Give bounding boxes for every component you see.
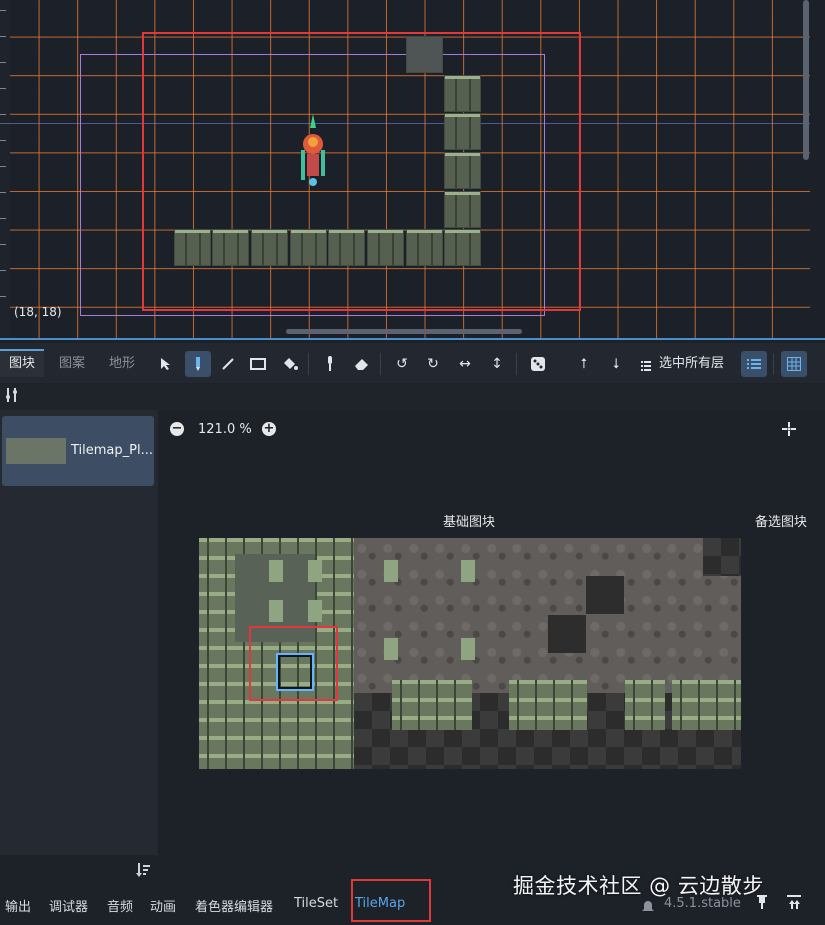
atlas-region: [308, 560, 322, 582]
tab-output[interactable]: 输出: [5, 896, 31, 915]
bell-icon[interactable]: [641, 898, 655, 917]
tilemap-viewport[interactable]: (18, 18): [0, 0, 825, 340]
eraser-icon[interactable]: [349, 351, 375, 377]
tab-debugger[interactable]: 调试器: [49, 896, 88, 915]
center-view-icon[interactable]: [781, 421, 797, 441]
selected-tile-inner: [278, 655, 312, 689]
zoom-out-button[interactable]: −: [170, 422, 184, 436]
toolbar-divider: [516, 353, 517, 375]
paint-pencil-icon[interactable]: [185, 351, 211, 377]
ruler-tick: [0, 270, 6, 271]
ruler-tick: [0, 140, 6, 141]
atlas-region: [509, 538, 664, 693]
atlas-region: [392, 680, 472, 730]
atlas-region: [384, 638, 398, 660]
tab-audio[interactable]: 音频: [107, 896, 133, 915]
atlas-empty-cell: [703, 538, 741, 576]
vertical-scrollbar[interactable]: [803, 0, 809, 160]
ruler-tick: [0, 62, 6, 63]
base-tiles-label: 基础图块: [443, 515, 496, 530]
cursor-coordinate: (18, 18): [14, 305, 62, 319]
tilemap-tab-highlight: [351, 879, 431, 922]
list-icon: [641, 357, 651, 371]
flip-v-icon[interactable]: ↕: [484, 351, 510, 377]
sort-icon[interactable]: [136, 863, 150, 881]
ruler-tick: [0, 88, 6, 89]
ruler-tick: [0, 114, 6, 115]
grid-toggle-icon[interactable]: [781, 351, 807, 377]
atlas-region: [308, 600, 322, 622]
highlight-viewport-rect: [142, 32, 581, 311]
horizontal-scrollbar[interactable]: [286, 329, 522, 334]
ruler-tick: [0, 10, 6, 11]
toolbar-divider: [308, 353, 309, 375]
ruler-tick: [0, 166, 6, 167]
tilemap-toolbar: 图块 图案 地形 ↺ ↻ ↔ ↕ ⭡ ⭣ 选中所有层: [0, 343, 825, 383]
rect-icon[interactable]: [245, 351, 271, 377]
tab-tileset[interactable]: TileSet: [294, 896, 338, 911]
source-label: Tilemap_Pl...: [71, 443, 153, 458]
tab-patterns[interactable]: 图案: [50, 351, 94, 377]
watermark: 掘金技术社区 @ 云边散步: [513, 874, 764, 898]
atlas-region: [672, 680, 741, 730]
highlight-layer-icon[interactable]: [741, 351, 767, 377]
atlas-region: [354, 538, 509, 693]
atlas-region: [384, 560, 398, 582]
atlas-region: [269, 560, 283, 582]
tab-shader-editor[interactable]: 着色器编辑器: [195, 896, 273, 915]
atlas-region: [586, 576, 624, 614]
tiles-subbar: [0, 384, 825, 410]
alternative-tiles-label: 备选图块: [755, 515, 808, 530]
rotate-left-icon[interactable]: ↺: [389, 351, 415, 377]
zoom-in-button[interactable]: +: [262, 422, 276, 436]
line-icon[interactable]: [215, 351, 241, 377]
expand-panel-icon[interactable]: [787, 895, 801, 913]
layer-down-icon[interactable]: ⭣: [603, 351, 629, 377]
ruler-tick: [0, 36, 6, 37]
select-all-layers-label[interactable]: 选中所有层: [659, 351, 724, 377]
ruler-tick: [0, 296, 6, 297]
vertical-ruler: [0, 0, 10, 338]
tab-tiles[interactable]: 图块: [0, 349, 45, 377]
toolbar-divider: [380, 353, 381, 375]
ruler-tick: [0, 218, 6, 219]
atlas-region: [269, 600, 283, 622]
atlas-region: [509, 680, 587, 730]
tools-icon[interactable]: [6, 388, 18, 406]
source-thumbnail: [6, 438, 66, 464]
flip-h-icon[interactable]: ↔: [452, 351, 478, 377]
picker-icon[interactable]: [317, 351, 343, 377]
atlas-region: [548, 615, 586, 653]
atlas-region: [461, 560, 475, 582]
ruler-tick: [0, 244, 6, 245]
atlas-region: [461, 638, 475, 660]
zoom-level: 121.0 %: [198, 422, 252, 437]
toolbar-divider: [773, 353, 774, 375]
ruler-tick: [0, 192, 6, 193]
random-dice-icon[interactable]: [525, 351, 551, 377]
select-arrow-icon[interactable]: [153, 351, 179, 377]
layer-up-icon[interactable]: ⭡: [571, 351, 597, 377]
rotate-right-icon[interactable]: ↻: [420, 351, 446, 377]
tab-animation[interactable]: 动画: [150, 896, 176, 915]
atlas-region: [625, 680, 665, 730]
tab-terrains[interactable]: 地形: [100, 351, 144, 377]
bucket-fill-icon[interactable]: [277, 351, 303, 377]
